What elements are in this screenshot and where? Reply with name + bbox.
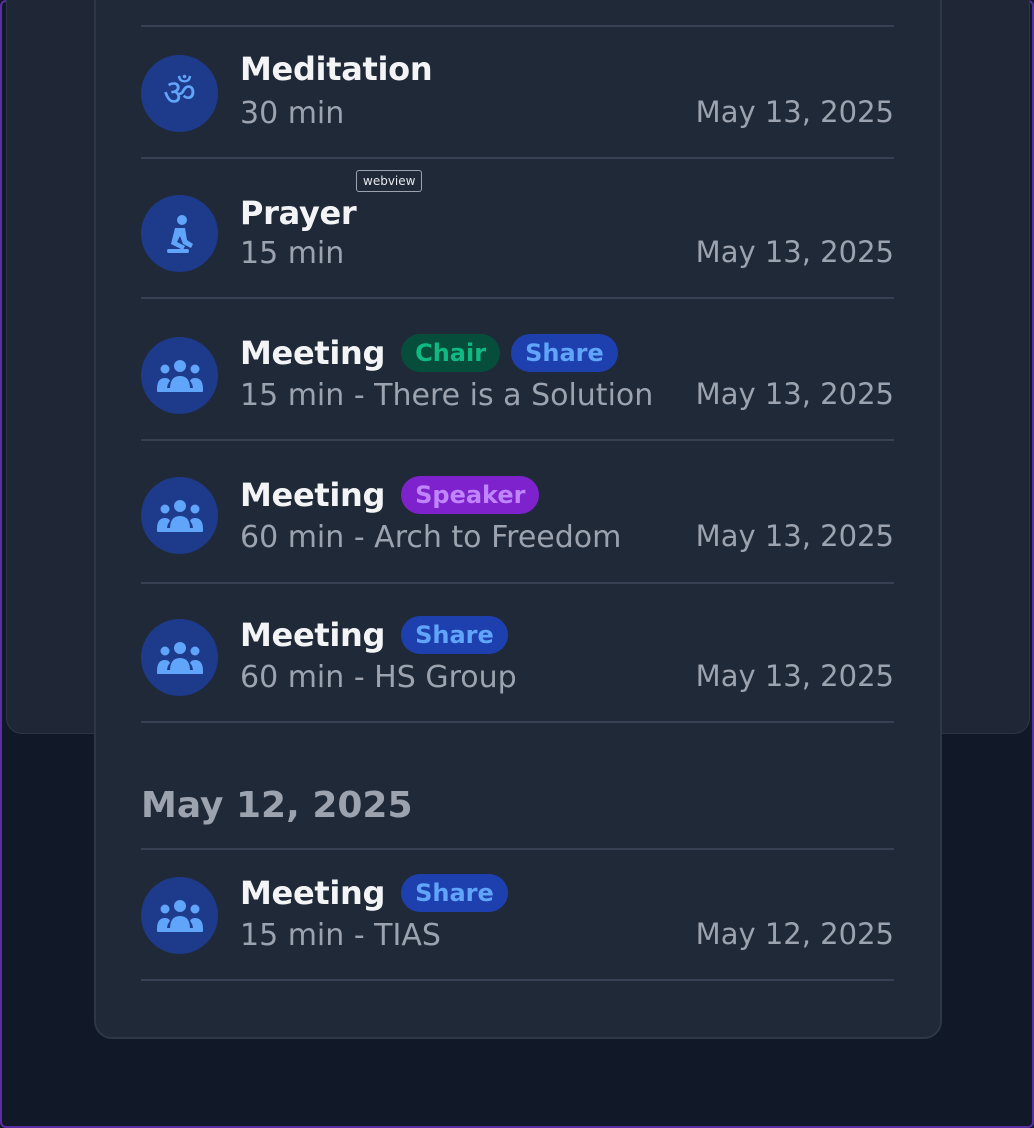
role-badge-share: Share bbox=[511, 334, 618, 372]
activity-avatar bbox=[141, 195, 218, 272]
activity-subtitle: 15 min - TIAS bbox=[240, 918, 441, 953]
activity-avatar: ॐ bbox=[141, 55, 218, 132]
activity-avatar bbox=[141, 877, 218, 954]
activity-date: May 12, 2025 bbox=[695, 917, 894, 951]
activity-subtitle: 60 min - HS Group bbox=[240, 660, 517, 695]
activity-date: May 13, 2025 bbox=[695, 519, 894, 553]
role-badge-chair: Chair bbox=[401, 334, 501, 372]
activity-subtitle: 60 min - Arch to Freedom bbox=[240, 520, 622, 555]
group-icon bbox=[156, 499, 203, 532]
activity-item-meeting[interactable]: Meeting Chair Share 15 min - There is a … bbox=[141, 310, 894, 430]
activity-item-meditation[interactable]: ॐ Meditation 30 min May 13, 2025 bbox=[141, 28, 894, 148]
activity-date: May 13, 2025 bbox=[695, 377, 894, 411]
divider bbox=[141, 439, 894, 441]
praying-person-icon bbox=[166, 214, 193, 253]
activity-date: May 13, 2025 bbox=[695, 235, 894, 269]
group-icon bbox=[156, 899, 203, 932]
activity-subtitle: 15 min - There is a Solution bbox=[240, 378, 654, 413]
activity-date: May 13, 2025 bbox=[695, 95, 894, 129]
activity-title: Meeting bbox=[240, 874, 386, 912]
activity-title: Prayer bbox=[240, 194, 357, 232]
activity-item-meeting[interactable]: Meeting Share 60 min - HS Group May 13, … bbox=[141, 592, 894, 712]
activity-title: Meeting bbox=[240, 476, 386, 514]
divider bbox=[141, 721, 894, 723]
activity-item-meeting[interactable]: Meeting Speaker 60 min - Arch to Freedom… bbox=[141, 452, 894, 572]
role-badge-share: Share bbox=[401, 616, 508, 654]
activity-subtitle: 30 min bbox=[240, 96, 345, 131]
divider bbox=[141, 25, 894, 27]
activity-avatar bbox=[141, 337, 218, 414]
group-icon bbox=[156, 641, 203, 674]
activity-title: Meditation bbox=[240, 50, 433, 88]
divider bbox=[141, 297, 894, 299]
date-section-header: May 12, 2025 bbox=[141, 785, 413, 826]
activity-item-prayer[interactable]: Prayer 15 min May 13, 2025 bbox=[141, 168, 894, 288]
activity-avatar bbox=[141, 477, 218, 554]
activity-title: Meeting bbox=[240, 616, 386, 654]
role-badge-share: Share bbox=[401, 874, 508, 912]
role-badge-speaker: Speaker bbox=[401, 476, 540, 514]
activity-avatar bbox=[141, 619, 218, 696]
om-icon: ॐ bbox=[163, 72, 196, 114]
webview-tooltip: webview bbox=[356, 170, 423, 192]
group-icon bbox=[156, 359, 203, 392]
activity-date: May 13, 2025 bbox=[695, 659, 894, 693]
divider bbox=[141, 157, 894, 159]
divider bbox=[141, 979, 894, 981]
divider bbox=[141, 582, 894, 584]
activity-item-meeting[interactable]: Meeting Share 15 min - TIAS May 12, 2025 bbox=[141, 850, 894, 970]
activity-title: Meeting bbox=[240, 334, 386, 372]
activity-subtitle: 15 min bbox=[240, 236, 345, 271]
